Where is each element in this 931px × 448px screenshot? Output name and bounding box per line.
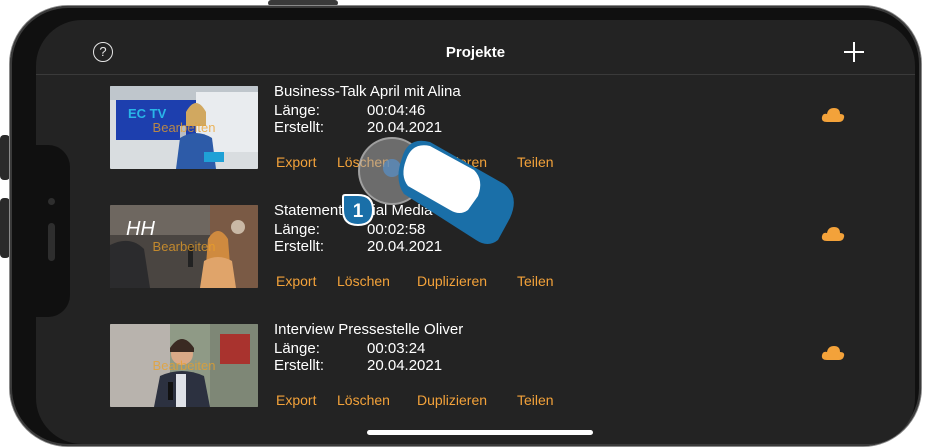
- export-button[interactable]: Export: [276, 273, 316, 289]
- length-label: Länge:: [274, 340, 320, 357]
- navigation-bar: ? Projekte: [36, 20, 915, 75]
- project-title: Interview Pressestelle Oliver: [274, 321, 464, 338]
- duplicate-button[interactable]: Duplizieren: [417, 392, 487, 408]
- length-value: 00:03:24: [367, 340, 426, 357]
- plus-icon[interactable]: [844, 42, 864, 62]
- cloud-icon[interactable]: [821, 107, 845, 123]
- project-thumbnail[interactable]: EC TV Bearbeiten: [110, 86, 258, 169]
- home-indicator[interactable]: [367, 430, 593, 435]
- phone-frame: ? Projekte EC TV Bearbeiten Business-Tal…: [10, 6, 921, 446]
- project-thumbnail[interactable]: Bearbeiten: [110, 324, 258, 407]
- volume-up-button: [0, 135, 10, 180]
- volume-down-button: [0, 198, 10, 258]
- project-row[interactable]: Bearbeiten Interview Pressestelle Oliver…: [36, 321, 915, 434]
- delete-button[interactable]: Löschen: [337, 392, 390, 408]
- project-title: Business-Talk April mit Alina: [274, 83, 461, 100]
- tap-finger-icon: [398, 140, 514, 244]
- duplicate-button[interactable]: Duplizieren: [417, 273, 487, 289]
- edit-label: Bearbeiten: [152, 120, 216, 135]
- page-title: Projekte: [445, 44, 506, 61]
- export-button[interactable]: Export: [276, 154, 316, 170]
- thumbnail-logo: HH: [126, 218, 155, 240]
- share-button[interactable]: Teilen: [517, 273, 554, 289]
- edit-label: Bearbeiten: [152, 239, 216, 254]
- length-label: Länge:: [274, 221, 320, 238]
- step-badge: 1: [342, 194, 375, 227]
- step-number: 1: [353, 201, 364, 222]
- thumbnail-logo: EC TV: [128, 106, 167, 121]
- camera-dot: [48, 198, 55, 205]
- app-screen: ? Projekte EC TV Bearbeiten Business-Tal…: [36, 20, 915, 444]
- created-label: Erstellt:: [274, 357, 325, 374]
- created-label: Erstellt:: [274, 238, 325, 255]
- share-button[interactable]: Teilen: [517, 154, 554, 170]
- edit-label: Bearbeiten: [152, 358, 216, 373]
- created-value: 20.04.2021: [367, 119, 443, 136]
- created-value: 20.04.2021: [367, 357, 443, 374]
- project-thumbnail[interactable]: HH Bearbeiten: [110, 205, 258, 288]
- share-button[interactable]: Teilen: [517, 392, 554, 408]
- cloud-icon[interactable]: [821, 345, 845, 361]
- length-label: Länge:: [274, 102, 320, 119]
- delete-button[interactable]: Löschen: [337, 273, 390, 289]
- cloud-icon[interactable]: [821, 226, 845, 242]
- created-label: Erstellt:: [274, 119, 325, 136]
- length-value: 00:04:46: [367, 102, 426, 119]
- export-button[interactable]: Export: [276, 392, 316, 408]
